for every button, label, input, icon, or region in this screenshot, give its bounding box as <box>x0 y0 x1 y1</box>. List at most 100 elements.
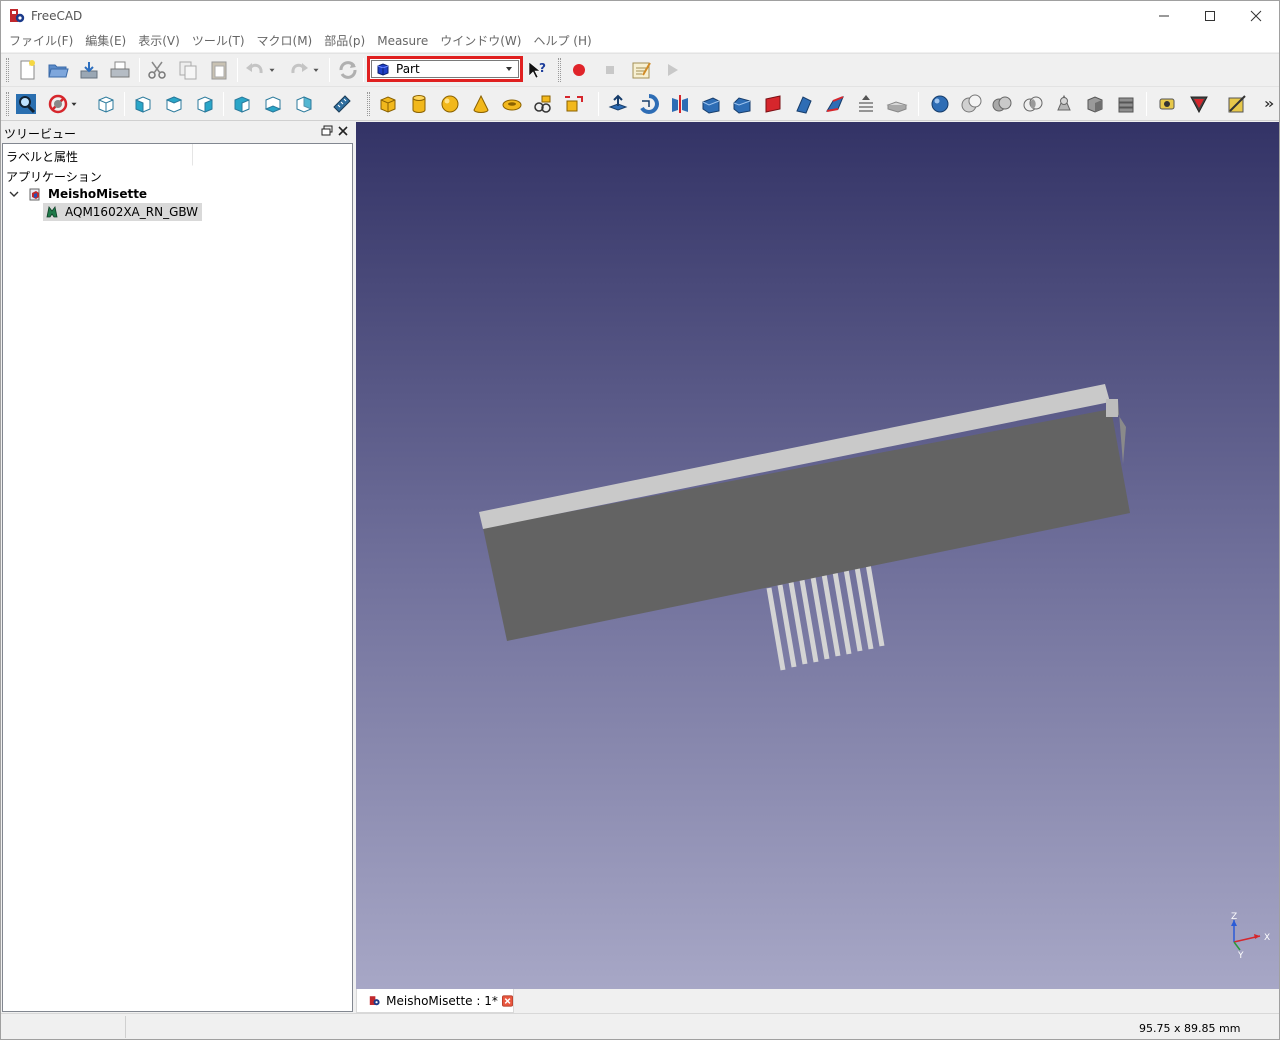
tree-column-header[interactable]: ラベルと属性 <box>3 144 193 166</box>
minimize-icon <box>1159 15 1169 17</box>
boolean-button[interactable] <box>927 91 953 117</box>
right-view-button[interactable] <box>192 91 218 117</box>
toolbar-separator <box>124 92 125 116</box>
undo-dropdown[interactable] <box>265 57 279 83</box>
revolve-button[interactable] <box>636 91 662 117</box>
toolbar-grip[interactable] <box>6 58 9 82</box>
float-panel-icon[interactable] <box>321 125 333 137</box>
toolbar-grip[interactable] <box>558 58 561 82</box>
menu-file[interactable]: ファイル(F) <box>3 31 79 52</box>
3d-model[interactable] <box>356 122 1279 989</box>
sweep-button[interactable] <box>853 91 879 117</box>
minimize-button[interactable] <box>1141 1 1187 31</box>
box-icon <box>380 96 396 113</box>
menu-part[interactable]: 部品(p) <box>318 31 371 52</box>
document-tab-label: MeishoMisette : 1* <box>386 993 498 1008</box>
menu-help[interactable]: ヘルプ (H) <box>527 31 597 52</box>
menu-measure[interactable]: Measure <box>371 31 434 52</box>
run-macro-button[interactable] <box>659 57 685 83</box>
common-button[interactable] <box>1020 91 1046 117</box>
check-geometry-button[interactable] <box>1082 91 1108 117</box>
maximize-icon <box>1205 11 1215 21</box>
whats-this-button[interactable]: ? <box>524 57 550 83</box>
redo-dropdown[interactable] <box>309 57 323 83</box>
close-button[interactable] <box>1233 1 1279 31</box>
stop-macro-button[interactable] <box>597 57 623 83</box>
copy-button[interactable] <box>175 57 201 83</box>
workbench-selector[interactable]: Part <box>367 56 523 82</box>
front-view-button[interactable] <box>130 91 156 117</box>
draw-style-dropdown[interactable] <box>67 91 81 117</box>
measure-angular-button[interactable] <box>1186 91 1212 117</box>
tree-item-document[interactable]: MeishoMisette <box>8 185 147 203</box>
paste-button[interactable] <box>206 57 232 83</box>
loft-button[interactable] <box>822 91 848 117</box>
tube-button[interactable] <box>530 91 556 117</box>
toolbar-grip[interactable] <box>6 92 9 116</box>
chamfer-button[interactable] <box>729 91 755 117</box>
primitives-button[interactable] <box>561 91 587 117</box>
draw-style-icon <box>48 94 68 114</box>
svg-text:?: ? <box>539 61 546 75</box>
file-toolbar: ? <box>1 53 1279 86</box>
cut-button[interactable] <box>144 57 170 83</box>
section-button[interactable] <box>884 91 910 117</box>
toolbar-grip[interactable] <box>367 92 370 116</box>
fillet-button[interactable] <box>698 91 724 117</box>
menu-view[interactable]: 表示(V) <box>132 31 186 52</box>
rear-view-button[interactable] <box>229 91 255 117</box>
revolve-icon <box>640 94 659 114</box>
print-button[interactable] <box>107 57 133 83</box>
maximize-button[interactable] <box>1187 1 1233 31</box>
left-view-button[interactable] <box>291 91 317 117</box>
open-button[interactable] <box>45 57 71 83</box>
measure-linear-button[interactable] <box>1155 91 1181 117</box>
refresh-button[interactable] <box>335 57 361 83</box>
cylinder-button[interactable] <box>406 91 432 117</box>
ruled-surface-button[interactable] <box>791 91 817 117</box>
close-tab-icon[interactable] <box>501 994 513 1008</box>
part-feature-icon <box>46 206 58 218</box>
torus-button[interactable] <box>499 91 525 117</box>
menu-window[interactable]: ウインドウ(W) <box>434 31 527 52</box>
chamfer-icon <box>733 97 751 114</box>
box-button[interactable] <box>375 91 401 117</box>
fuse-button[interactable] <box>989 91 1015 117</box>
menu-edit[interactable]: 編集(E) <box>79 31 132 52</box>
compound-button[interactable] <box>1051 91 1077 117</box>
measure-distance-button[interactable] <box>329 91 355 117</box>
close-panel-icon[interactable] <box>337 125 349 137</box>
fit-all-button[interactable] <box>13 91 39 117</box>
workbench-combo-inner[interactable]: Part <box>371 60 519 78</box>
freecad-window: FreeCAD ファイル(F) 編集(E) 表示(V) ツール(T) マクロ(M… <box>0 0 1280 1040</box>
mirror-button[interactable] <box>667 91 693 117</box>
3d-view[interactable]: Z X Y <box>356 122 1279 989</box>
ruled-surface-icon <box>796 96 812 114</box>
measure-clear-button[interactable] <box>1224 91 1250 117</box>
tree-view[interactable]: ラベルと属性 アプリケーション MeishoMisette AQM1602XA_… <box>2 143 353 1012</box>
chevron-down-icon[interactable] <box>8 188 20 200</box>
sphere-button[interactable] <box>437 91 463 117</box>
defeaturing-button[interactable] <box>1113 91 1139 117</box>
cone-button[interactable] <box>468 91 494 117</box>
cut-shapes-button[interactable] <box>958 91 984 117</box>
toolbar-overflow-button[interactable] <box>1263 91 1277 117</box>
save-button[interactable] <box>76 57 102 83</box>
mirror-icon <box>672 95 688 113</box>
menu-tools[interactable]: ツール(T) <box>186 31 251 52</box>
new-button[interactable] <box>14 57 40 83</box>
menu-macro[interactable]: マクロ(M) <box>251 31 319 52</box>
macros-button[interactable] <box>628 57 654 83</box>
measure-distance-icon <box>333 95 351 113</box>
document-tab[interactable]: MeishoMisette : 1* <box>356 989 514 1013</box>
top-view-button[interactable] <box>161 91 187 117</box>
bottom-view-button[interactable] <box>260 91 286 117</box>
isometric-view-button[interactable] <box>93 91 119 117</box>
make-face-button[interactable] <box>760 91 786 117</box>
extrude-button[interactable] <box>605 91 631 117</box>
measure-linear-icon <box>1159 98 1175 110</box>
tree-item-object[interactable]: AQM1602XA_RN_GBW <box>43 203 203 221</box>
record-macro-button[interactable] <box>566 57 592 83</box>
more-icon <box>1265 101 1274 107</box>
common-icon <box>1023 96 1043 112</box>
